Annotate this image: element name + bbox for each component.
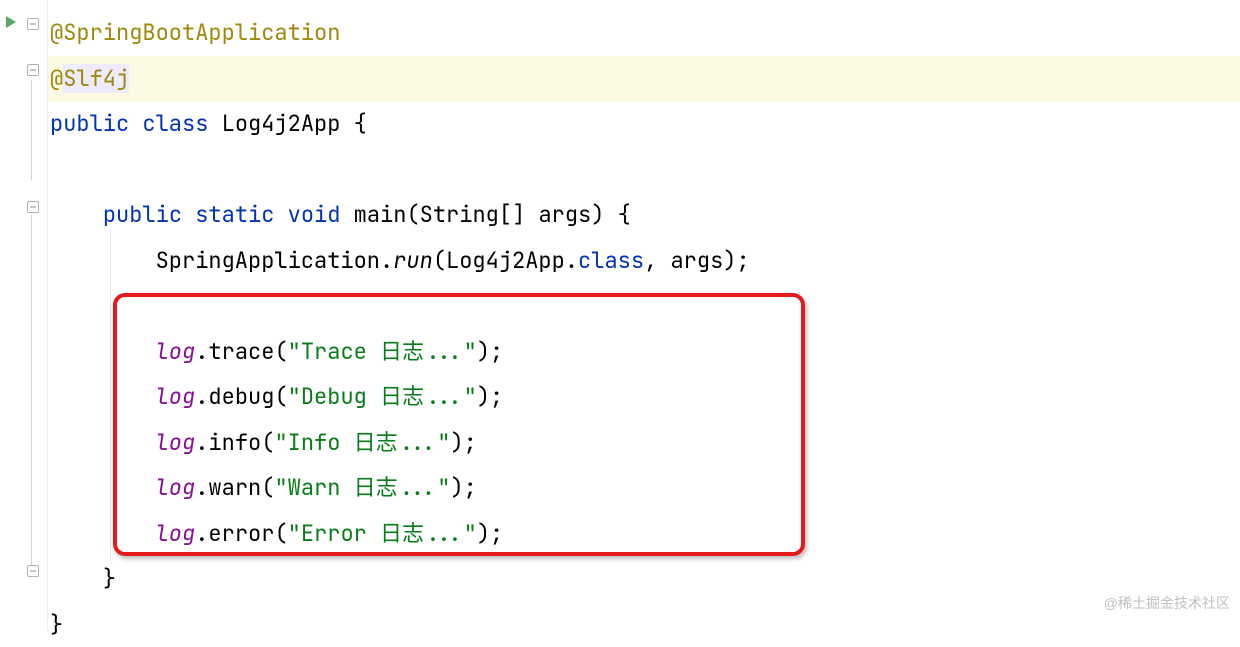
code-line[interactable]: log.debug("Debug 日志..."); — [48, 374, 1240, 420]
tail: , args); — [644, 246, 750, 275]
field-ref: log — [156, 382, 196, 411]
code-line[interactable]: } — [48, 602, 1240, 647]
field-ref: log — [156, 337, 196, 366]
code-line[interactable] — [48, 283, 1240, 329]
method-call: warn — [208, 473, 261, 502]
method-call: run — [393, 246, 433, 275]
method-call: info — [208, 428, 261, 457]
gutter — [0, 0, 48, 631]
fold-icon[interactable] — [26, 63, 40, 77]
code-line[interactable]: @SpringBootApplication — [48, 10, 1240, 56]
fold-icon[interactable] — [26, 200, 40, 214]
string-literal: "Info 日志..." — [274, 428, 450, 457]
string-literal: "Warn 日志..." — [274, 473, 450, 502]
params: (String[] args) { — [406, 200, 630, 229]
field-ref: log — [156, 473, 196, 502]
annotation: @SpringBootApplication — [50, 18, 340, 47]
code-line[interactable]: SpringApplication.run(Log4j2App.class, a… — [48, 238, 1240, 284]
code-line[interactable]: log.error("Error 日志..."); — [48, 511, 1240, 557]
run-icon[interactable] — [6, 16, 16, 28]
string-literal: "Trace 日志..." — [288, 337, 477, 366]
annotation-at: @ — [50, 64, 63, 93]
code-line[interactable]: public static void main(String[] args) { — [48, 192, 1240, 238]
fold-line — [31, 215, 32, 569]
fold-line — [31, 80, 32, 180]
string-literal: "Debug 日志..." — [288, 382, 477, 411]
code-line[interactable]: log.trace("Trace 日志..."); — [48, 329, 1240, 375]
brace: } — [103, 564, 116, 593]
annotation-name: Slf4j — [63, 64, 129, 93]
keyword: static — [195, 200, 274, 229]
fold-icon[interactable] — [26, 17, 40, 31]
keyword: class — [142, 109, 208, 138]
method-call: trace — [208, 337, 274, 366]
code-line[interactable]: log.info("Info 日志..."); — [48, 420, 1240, 466]
string-literal: "Error 日志..." — [288, 519, 477, 548]
code-line[interactable]: log.warn("Warn 日志..."); — [48, 465, 1240, 511]
fold-icon[interactable] — [26, 564, 40, 578]
code-line[interactable]: public class Log4j2App { — [48, 101, 1240, 147]
code-line[interactable] — [48, 147, 1240, 193]
method-call: error — [208, 519, 274, 548]
method-name: main — [354, 200, 407, 229]
code-line[interactable]: } — [48, 556, 1240, 602]
field-ref: log — [156, 519, 196, 548]
keyword: void — [288, 200, 341, 229]
indent-guide — [110, 230, 111, 565]
method-call: debug — [208, 382, 274, 411]
class-ref: Log4j2App — [446, 246, 565, 275]
code-area[interactable]: @SpringBootApplication @Slf4j public cla… — [48, 0, 1240, 631]
code-editor[interactable]: @SpringBootApplication @Slf4j public cla… — [0, 0, 1240, 631]
code-line[interactable]: @Slf4j — [48, 56, 1240, 102]
keyword: public — [103, 200, 182, 229]
watermark: @稀土掘金技术社区 — [1104, 581, 1230, 627]
keyword: public — [50, 109, 129, 138]
class-ref: SpringApplication — [156, 246, 380, 275]
field-ref: log — [156, 428, 196, 457]
brace: } — [50, 610, 63, 639]
brace: { — [340, 109, 366, 138]
class-name: Log4j2App — [222, 109, 341, 138]
keyword: class — [578, 246, 644, 275]
